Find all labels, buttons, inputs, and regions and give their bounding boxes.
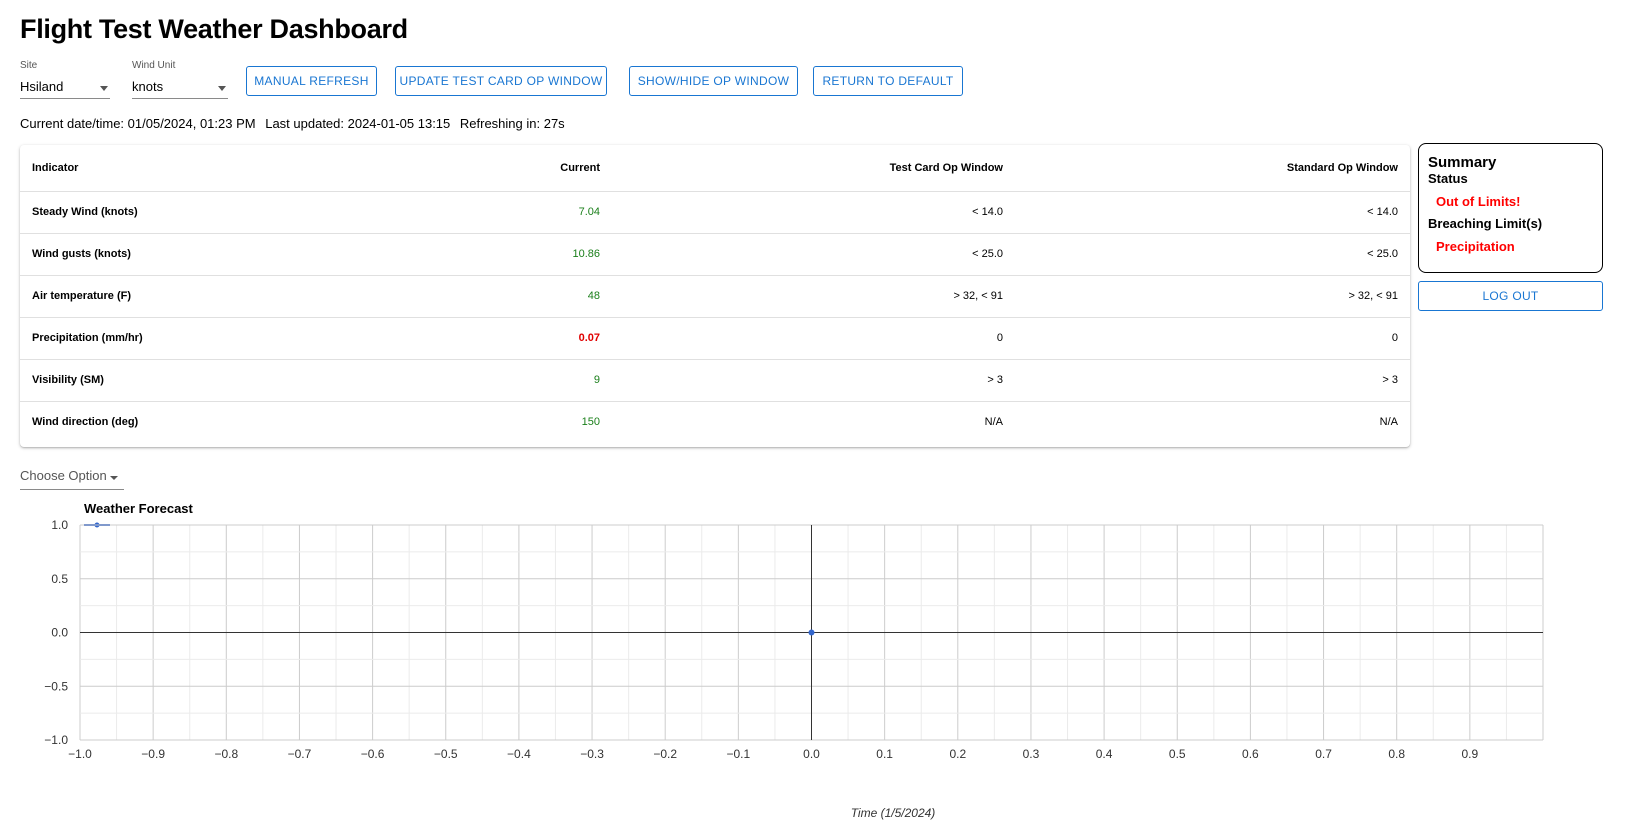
cell-standard: > 3	[1015, 359, 1410, 402]
cell-standard: > 32, < 91	[1015, 275, 1410, 318]
cell-standard: < 14.0	[1015, 191, 1410, 234]
manual-refresh-button[interactable]: MANUAL REFRESH	[246, 66, 377, 96]
cell-test-card: 0	[612, 317, 1015, 360]
x-tick-label: 0.7	[1315, 747, 1332, 761]
site-select-box[interactable]: Hsiland	[20, 73, 110, 99]
summary-status-label: Status	[1428, 171, 1468, 186]
update-test-card-button[interactable]: UPDATE TEST CARD OP WINDOW	[395, 66, 607, 96]
x-tick-label: 0.3	[1023, 747, 1040, 761]
x-tick-label: 0.8	[1388, 747, 1405, 761]
cell-standard: 0	[1015, 317, 1410, 360]
x-tick-label: −0.4	[507, 747, 531, 761]
cell-current: 10.86	[320, 233, 612, 276]
choose-option-select[interactable]: Choose Option	[20, 468, 124, 490]
refresh-countdown: Refreshing in: 27s	[459, 116, 565, 131]
cell-indicator: Steady Wind (knots)	[20, 191, 320, 234]
x-tick-label: 0.0	[803, 747, 820, 761]
y-tick-label: 1.0	[51, 518, 68, 532]
x-tick-label: −1.0	[68, 747, 92, 761]
x-tick-label: 0.2	[949, 747, 966, 761]
header-standard: Standard Op Window	[1015, 145, 1410, 192]
site-value: Hsiland	[20, 79, 64, 94]
wind-unit-label: Wind Unit	[132, 60, 176, 71]
current-datetime: Current date/time: 01/05/2024, 01:23 PM	[20, 116, 256, 131]
page-title: Flight Test Weather Dashboard	[20, 14, 408, 44]
table-row: Wind direction (deg) 150 N/A N/A	[20, 401, 1410, 443]
show-hide-op-window-button[interactable]: SHOW/HIDE OP WINDOW	[629, 66, 798, 96]
x-tick-label: −0.1	[726, 747, 750, 761]
weather-forecast-chart: Weather Forecast −1.0 −0.9 −0.8 −0.7 −0.6 −0.…	[44, 501, 1544, 820]
return-to-default-button[interactable]: RETURN TO DEFAULT	[813, 66, 963, 96]
cell-indicator: Air temperature (F)	[20, 275, 320, 318]
cell-test-card: < 14.0	[612, 191, 1015, 234]
y-tick-label: 0.0	[51, 626, 68, 640]
chart-marks	[808, 629, 815, 636]
chart-x-axis-label: Time (1/5/2024)	[851, 806, 936, 820]
y-tick-label: 0.5	[51, 572, 68, 586]
x-tick-label: −0.2	[653, 747, 677, 761]
data-point	[808, 629, 815, 636]
header-indicator: Indicator	[20, 145, 320, 192]
header-test-card: Test Card Op Window	[612, 145, 1015, 192]
last-updated: Last updated: 2024-01-05 13:15	[265, 116, 451, 131]
cell-indicator: Precipitation (mm/hr)	[20, 317, 320, 360]
cell-indicator: Visibility (SM)	[20, 359, 320, 402]
chart-title: Weather Forecast	[84, 501, 194, 516]
cell-indicator: Wind gusts (knots)	[20, 233, 320, 276]
table-body: Steady Wind (knots) 7.04 < 14.0 < 14.0 Wind …	[20, 191, 1410, 443]
summary-status-value: Out of Limits!	[1436, 194, 1521, 209]
cell-indicator: Wind direction (deg)	[32, 416, 139, 429]
choose-option-label: Choose Option	[20, 468, 107, 483]
x-tick-label: −0.5	[434, 747, 458, 761]
wind-unit-select[interactable]: Wind Unit knots	[132, 60, 228, 99]
x-tick-label: −0.3	[580, 747, 604, 761]
cell-test-card: N/A	[984, 416, 1003, 429]
x-tick-label: 0.1	[876, 747, 893, 761]
x-tick-label: 0.9	[1462, 747, 1479, 761]
cell-test-card: > 3	[612, 359, 1015, 402]
summary-breaching-label: Breaching Limit(s)	[1428, 216, 1543, 231]
x-tick-label: 0.4	[1096, 747, 1113, 761]
table-row: Steady Wind (knots) 7.04 < 14.0 < 14.0	[20, 191, 1410, 234]
wind-unit-select-box[interactable]: knots	[132, 73, 228, 99]
cell-standard: N/A	[1379, 416, 1398, 429]
indicator-table-card: Indicator Current Test Card Op Window St…	[20, 145, 1410, 447]
y-tick-label: −0.5	[44, 679, 68, 693]
table-header-row: Indicator Current Test Card Op Window St…	[20, 145, 1410, 192]
chevron-down-icon	[110, 476, 118, 480]
cell-test-card: < 25.0	[612, 233, 1015, 276]
indicator-table: Indicator Current Test Card Op Window St…	[20, 145, 1410, 443]
cell-standard: < 25.0	[1015, 233, 1410, 276]
summary-breaching-value: Precipitation	[1436, 239, 1515, 254]
x-tick-label: 0.6	[1242, 747, 1259, 761]
header-current: Current	[320, 145, 612, 192]
cell-current: 0.07	[320, 317, 612, 360]
table-row: Visibility (SM) 9 > 3 > 3	[20, 359, 1410, 402]
y-tick-label: −1.0	[44, 733, 68, 747]
summary-title: Summary	[1428, 154, 1497, 171]
table-row: Wind gusts (knots) 10.86 < 25.0 < 25.0	[20, 233, 1410, 276]
cell-current: 48	[320, 275, 612, 318]
table-row: Precipitation (mm/hr) 0.07 0 0	[20, 317, 1410, 360]
status-line: Current date/time: 01/05/2024, 01:23 PM …	[20, 116, 571, 131]
site-label: Site	[20, 60, 38, 71]
x-tick-label: −0.8	[214, 747, 238, 761]
x-tick-label: −0.9	[141, 747, 165, 761]
x-tick-label: 0.5	[1169, 747, 1186, 761]
chevron-down-icon	[100, 86, 108, 91]
site-select[interactable]: Site Hsiland	[20, 60, 110, 99]
cell-current: 7.04	[320, 191, 612, 234]
x-tick-label: −0.6	[361, 747, 385, 761]
wind-unit-value: knots	[132, 79, 164, 94]
chart-ticks: −1.0 −0.9 −0.8 −0.7 −0.6 −0.5 −0.4 −0.3 −0.2 −0.1…	[44, 518, 1478, 761]
table-row: Air temperature (F) 48 > 32, < 91 > 32, < 9…	[20, 275, 1410, 318]
cell-current: 9	[320, 359, 612, 402]
log-out-button[interactable]: LOG OUT	[1418, 281, 1603, 311]
cell-current: 150	[581, 416, 600, 429]
cell-test-card: > 32, < 91	[612, 275, 1015, 318]
chevron-down-icon	[218, 86, 226, 91]
x-tick-label: −0.7	[288, 747, 312, 761]
summary-card: Summary Status Out of Limits! Breaching …	[1418, 143, 1603, 273]
